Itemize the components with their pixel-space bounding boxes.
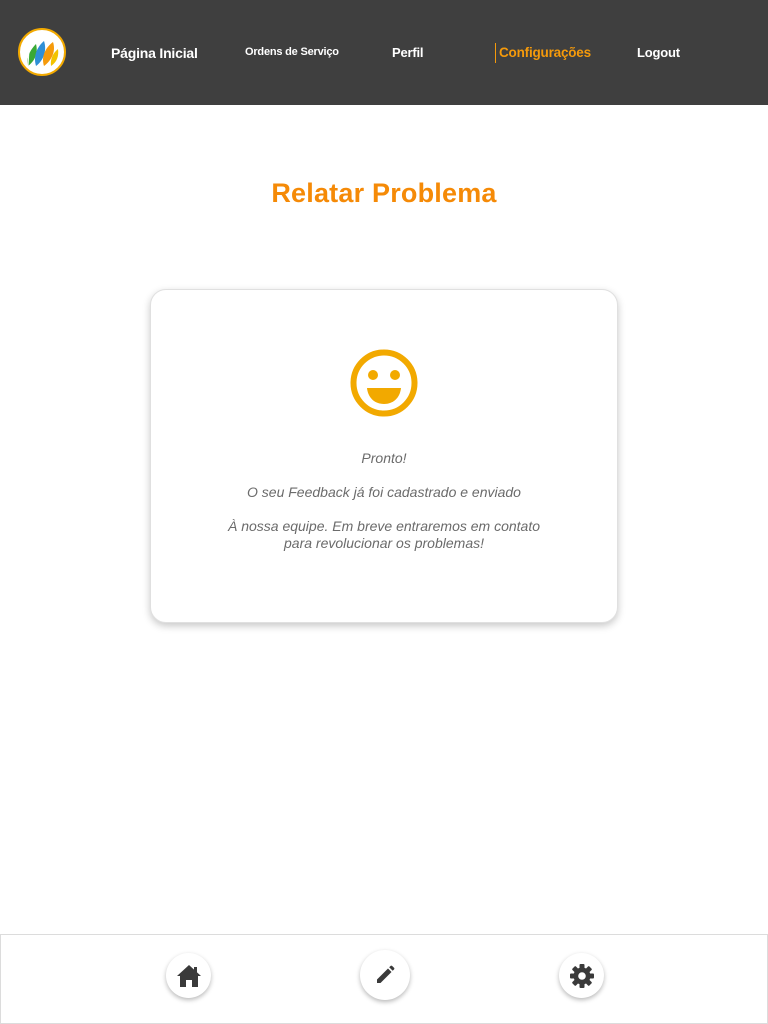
feedback-confirmation-card: Pronto! O seu Feedback já foi cadastrado…: [150, 289, 618, 623]
page-title: Relatar Problema: [271, 178, 497, 208]
confirmation-followup: À nossa equipe. Em breve entraremos em c…: [151, 518, 617, 552]
smiley-face-icon: [350, 349, 418, 417]
home-icon: [176, 964, 201, 987]
nav-profile[interactable]: Perfil: [392, 45, 424, 60]
nav-settings[interactable]: Configurações: [495, 43, 591, 63]
confirmation-followup-line-1: À nossa equipe. Em breve entraremos em c…: [227, 518, 541, 534]
leaves-logo-icon: [27, 41, 59, 67]
nav-home[interactable]: Página Inicial: [111, 45, 198, 61]
top-navigation-bar: Página Inicial Ordens de Serviço Perfil …: [0, 0, 768, 105]
gear-icon: [569, 963, 594, 988]
home-button[interactable]: [166, 953, 211, 998]
confirmation-followup-line-2: para revolucionar os problemas!: [284, 535, 484, 551]
nav-service-orders[interactable]: Ordens de Serviço: [245, 46, 339, 58]
pencil-icon: [377, 965, 395, 983]
nav-logout[interactable]: Logout: [637, 45, 680, 60]
page: Página Inicial Ordens de Serviço Perfil …: [0, 0, 768, 1024]
edit-button[interactable]: [360, 950, 410, 1000]
company-logo[interactable]: [18, 28, 66, 76]
settings-button[interactable]: [559, 953, 604, 998]
confirmation-heading: Pronto!: [361, 450, 407, 466]
bottom-navigation-bar: [0, 934, 768, 1024]
confirmation-message: O seu Feedback já foi cadastrado e envia…: [247, 484, 521, 500]
